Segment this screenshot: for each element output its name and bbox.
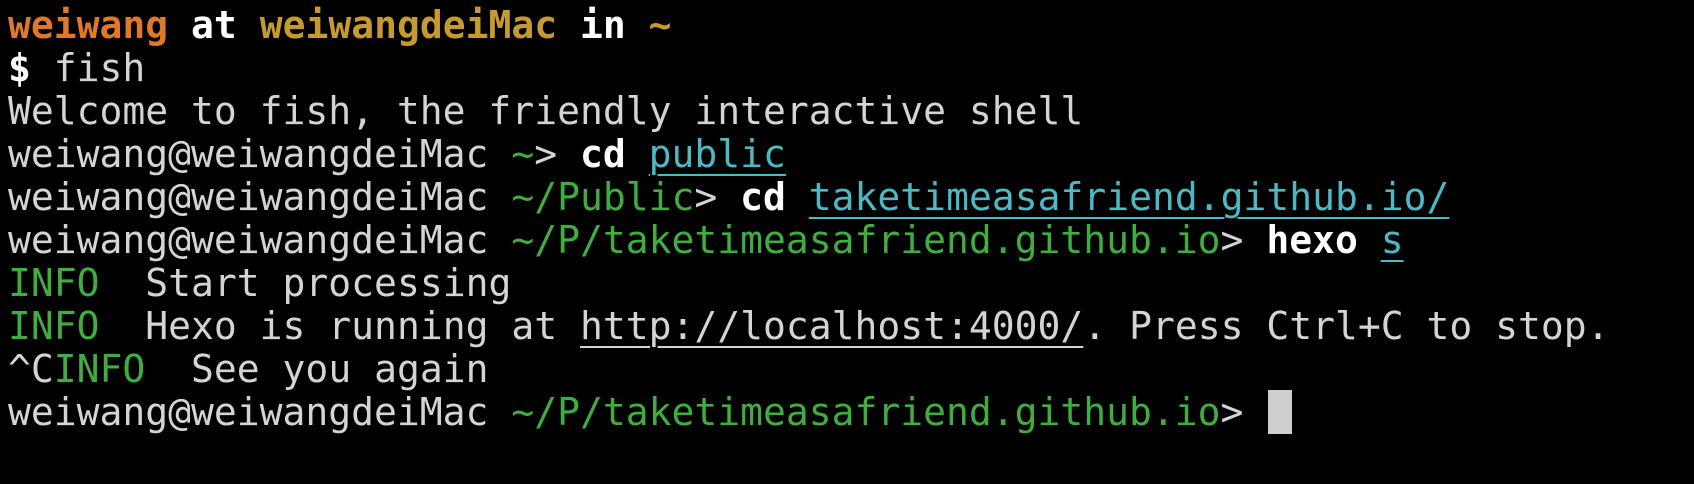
prompt-gt: > [1220,390,1244,434]
prompt-path: ~/Public [511,175,695,219]
log-message: Start processing [145,261,512,305]
log-level-info: INFO [53,347,146,391]
log-line: ^CINFO See you again [8,346,488,392]
fish-prompt-line: weiwang@weiwangdeiMac ~/Public> cd taket… [8,174,1449,220]
welcome-text: Welcome to fish, the friendly interactiv… [8,89,1084,133]
localhost-url-link[interactable]: http://localhost:4000/ [580,304,1083,348]
command-argument-path: public [648,132,786,176]
terminal-window[interactable]: weiwang at weiwangdeiMac in ~ $ fish Wel… [0,0,1694,484]
log-level-info: INFO [8,261,100,305]
prompt-path: ~ [511,132,535,176]
prompt-at: at [191,3,237,47]
fish-prompt-line: weiwang@weiwangdeiMac ~> cd public [8,131,786,177]
prompt-host: weiwangdeiMac [259,3,558,47]
prompt-gt: > [1220,218,1244,262]
prompt-user-host: weiwang@weiwangdeiMac [8,175,489,219]
command-argument-path: taketimeasafriend.github.io/ [808,175,1450,219]
welcome-message: Welcome to fish, the friendly interactiv… [8,88,1083,134]
dollar-sign: $ [8,46,31,90]
prompt-gt: > [694,175,718,219]
prompt-in: in [580,3,626,47]
prompt-dir: ~ [648,3,672,47]
log-message-suffix: . Press Ctrl+C to stop. [1083,304,1610,348]
log-line: INFO Start processing [8,260,511,306]
log-message: See you again [191,347,489,391]
command-name: cd [580,132,626,176]
bash-prompt-line: weiwang at weiwangdeiMac in ~ [8,2,672,48]
command-name: hexo [1266,218,1358,262]
log-line: INFO Hexo is running at http://localhost… [8,303,1610,349]
prompt-user-host: weiwang@weiwangdeiMac [8,390,489,434]
fish-prompt-line: weiwang@weiwangdeiMac ~/P/taketimeasafri… [8,217,1404,263]
prompt-path: ~/P/taketimeasafriend.github.io [511,390,1221,434]
prompt-user: weiwang [8,3,169,47]
prompt-path: ~/P/taketimeasafriend.github.io [511,218,1221,262]
prompt-gt: > [534,132,558,176]
log-level-info: INFO [8,304,100,348]
fish-prompt-line-active[interactable]: weiwang@weiwangdeiMac ~/P/taketimeasafri… [8,389,1293,435]
text-cursor[interactable] [1268,390,1293,434]
command-argument: s [1380,218,1404,262]
prompt-user-host: weiwang@weiwangdeiMac [8,132,489,176]
prompt-user-host: weiwang@weiwangdeiMac [8,218,489,262]
command-name: cd [740,175,786,219]
command-line-fish: $ fish [8,45,145,91]
log-message: Hexo is running at [145,304,558,348]
command-text: fish [53,46,146,90]
ctrl-c-echo: ^C [8,347,54,391]
